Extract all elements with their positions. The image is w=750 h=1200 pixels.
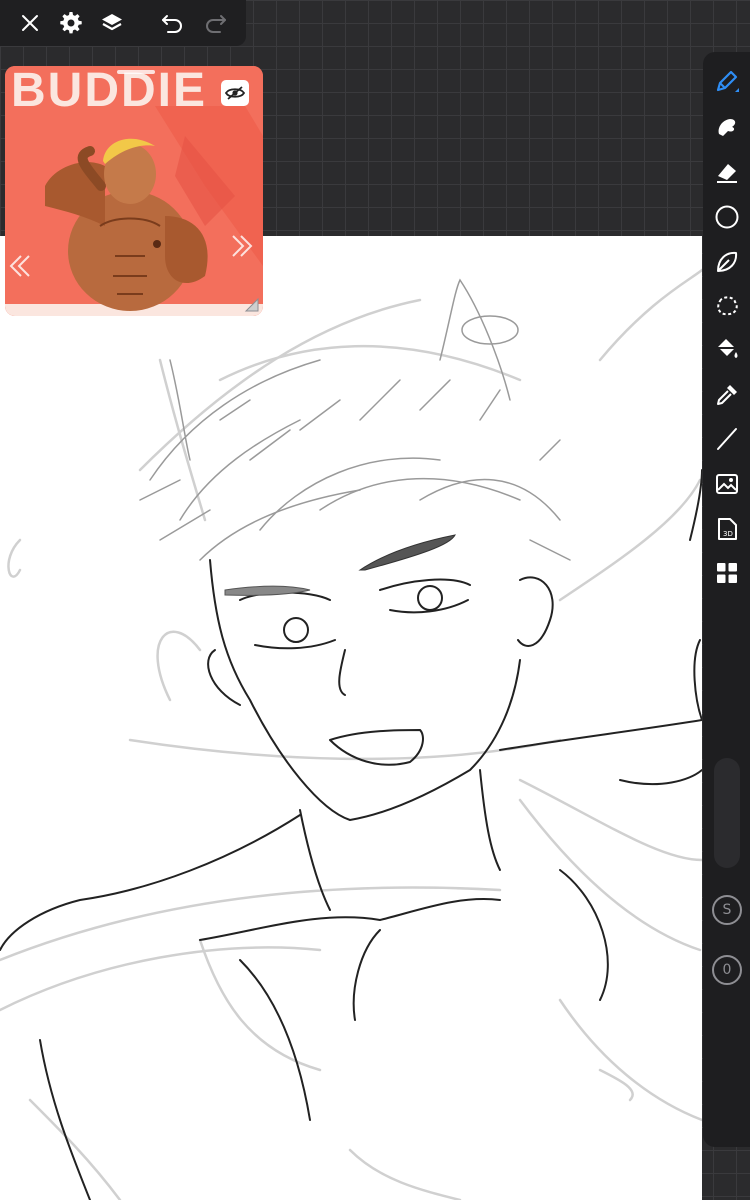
undo-icon (162, 15, 182, 33)
line-tool-button[interactable] (710, 422, 744, 456)
fill-tool-button[interactable] (710, 332, 744, 366)
smudge-tool-button[interactable] (710, 110, 744, 144)
brush-size-label: S (712, 895, 742, 925)
reference-drag-handle[interactable] (117, 70, 155, 74)
settings-button[interactable] (55, 7, 87, 39)
drawing-app: BUDDIE 3D S 0 (0, 0, 750, 1200)
opacity-label: 0 (712, 955, 742, 985)
eye-hidden-icon (225, 86, 245, 100)
smudge-icon (718, 119, 736, 136)
eyedropper-icon (717, 385, 737, 405)
reference-window[interactable]: BUDDIE (5, 66, 263, 316)
svg-text:BUDDIE: BUDDIE (11, 66, 207, 117)
image-import-tool-button[interactable] (710, 467, 744, 501)
drawing-canvas[interactable] (0, 236, 702, 1200)
eyedropper-tool-button[interactable] (710, 378, 744, 412)
redo-icon (206, 15, 226, 33)
selection-tool-button[interactable] (710, 289, 744, 323)
brush-size-slider[interactable] (714, 758, 740, 868)
layers-icon (102, 14, 122, 31)
sketch-artwork (0, 268, 702, 1200)
layers-button[interactable] (96, 7, 128, 39)
grid-layout-icon (717, 563, 737, 583)
3d-file-icon: 3D (718, 518, 737, 540)
image-import-icon (716, 474, 738, 494)
shape-icon (715, 205, 739, 229)
3d-file-tool-button[interactable]: 3D (710, 512, 744, 546)
brush-tool-button[interactable] (710, 64, 744, 98)
right-toolbar: 3D S 0 (703, 52, 750, 1147)
gear-icon (60, 12, 82, 34)
lasso-tool-button[interactable] (710, 245, 744, 279)
grid-layout-tool-button[interactable] (710, 556, 744, 590)
lasso-icon (717, 251, 738, 272)
top-toolbar (0, 0, 246, 46)
resize-handle-icon[interactable] (242, 295, 260, 313)
fill-icon (717, 339, 738, 358)
close-button[interactable] (14, 7, 46, 39)
svg-text:3D: 3D (723, 530, 733, 538)
toggle-reference-visibility-button[interactable] (221, 80, 249, 106)
close-icon (22, 15, 38, 31)
eraser-tool-button[interactable] (710, 156, 744, 190)
selection-icon (717, 296, 738, 316)
eraser-icon (717, 164, 737, 183)
shape-tool-button[interactable] (710, 200, 744, 234)
brush-icon (716, 70, 739, 92)
undo-button[interactable] (156, 7, 188, 39)
line-icon (717, 428, 737, 450)
redo-button[interactable] (200, 7, 232, 39)
